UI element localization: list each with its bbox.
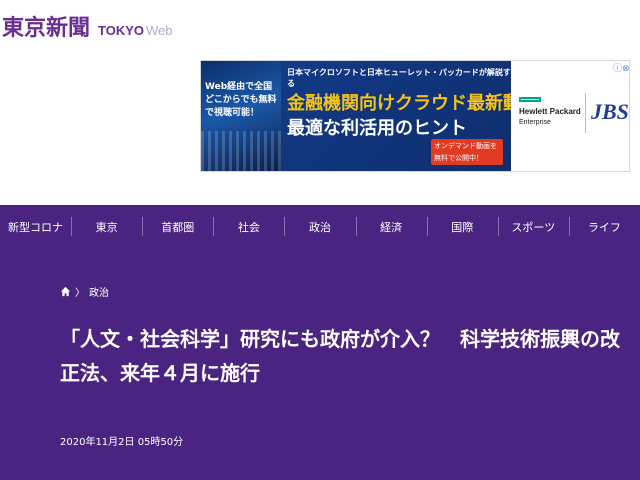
- nav-item-life[interactable]: ライフ: [568, 205, 640, 248]
- nav-item-politics[interactable]: 政治: [284, 205, 355, 248]
- home-icon[interactable]: [60, 286, 71, 297]
- site-header: 東京新聞 TOKYO Web Web経由で全国どこからでも無料で視聴可能！ 日本マ…: [0, 0, 640, 205]
- ad-close-icon[interactable]: ⓘ⊗: [613, 63, 629, 75]
- nav-item-society[interactable]: 社会: [213, 205, 284, 248]
- ad-visual-panel: Web経由で全国どこからでも無料で視聴可能！: [201, 61, 281, 171]
- logo-english: TOKYO Web: [98, 23, 173, 38]
- nav-item-sports[interactable]: スポーツ: [497, 205, 569, 248]
- hpe-name-line1: Hewlett Packard: [519, 107, 581, 116]
- ad-text-panel: 日本マイクロソフトと日本ヒューレット・パッカードが解説する 金融機関向けクラウド…: [281, 61, 557, 171]
- nav-item-international[interactable]: 国際: [426, 205, 498, 248]
- nav-item-corona[interactable]: 新型コロナ: [0, 205, 71, 248]
- ad-banner[interactable]: Web経由で全国どこからでも無料で視聴可能！ 日本マイクロソフトと日本ヒューレッ…: [200, 60, 630, 172]
- hpe-name-line2: Enterprise: [519, 119, 551, 126]
- logo-japanese: 東京新聞: [2, 15, 91, 41]
- sponsor-divider: [585, 93, 586, 133]
- article-header: 〉 政治 「人文・社会科学」研究にも政府が介入？ 科学技術振興の改正法、来年４月…: [0, 248, 640, 480]
- ad-headline-2: 最適な利活用のヒント: [287, 118, 467, 139]
- site-logo[interactable]: 東京新聞 TOKYO Web: [2, 10, 173, 42]
- chevron-right-icon: 〉: [75, 288, 85, 299]
- main-nav: 新型コロナ 東京 首都圏 社会 政治 経済 国際 スポーツ ライフ: [0, 205, 640, 248]
- nav-item-economy[interactable]: 経済: [355, 205, 427, 248]
- logo-tokyo: TOKYO: [98, 23, 145, 38]
- ad-cta-badge[interactable]: オンデマンド動画を無料で公開中！: [431, 139, 503, 165]
- nav-item-tokyo[interactable]: 東京: [71, 205, 142, 248]
- ad-web-text: Web経由で全国どこからでも無料で視聴可能！: [205, 82, 277, 118]
- hpe-logo-icon: [519, 97, 541, 102]
- logo-web: Web: [146, 23, 173, 38]
- nav-item-metropolitan[interactable]: 首都圏: [142, 205, 213, 248]
- article-headline: 「人文・社会科学」研究にも政府が介入？ 科学技術振興の改正法、来年４月に施行: [60, 327, 620, 385]
- breadcrumb-section[interactable]: 政治: [89, 284, 109, 299]
- jbs-logo: JBS: [591, 99, 629, 124]
- ad-sponsor-panel: Hewlett Packard Enterprise JBS ⓘ⊗: [511, 61, 629, 171]
- ad-top-text: 日本マイクロソフトと日本ヒューレット・パッカードが解説する: [287, 68, 511, 88]
- ad-city-graphic: [201, 131, 281, 171]
- article-date: 2020年11月2日 05時50分: [60, 437, 184, 448]
- breadcrumb: 〉 政治: [60, 284, 109, 299]
